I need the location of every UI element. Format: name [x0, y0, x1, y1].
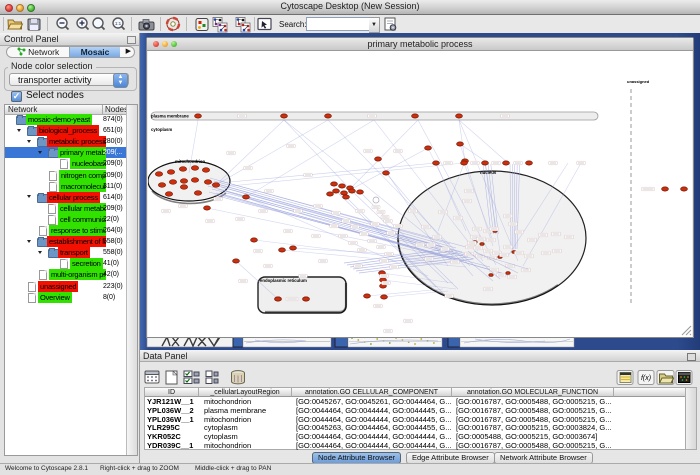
svg-text:f(x): f(x)	[641, 375, 651, 382]
svg-text:nucleus: nucleus	[480, 170, 497, 175]
svg-text:unassigned: unassigned	[627, 79, 650, 84]
svg-text:endoplasmic reticulum: endoplasmic reticulum	[260, 278, 307, 283]
svg-text:cytoplasm: cytoplasm	[151, 127, 172, 132]
svg-text:mitochondrion: mitochondrion	[175, 159, 205, 164]
svg-text:plasma membrane: plasma membrane	[151, 114, 189, 119]
svg-text:1:1: 1:1	[115, 21, 122, 26]
